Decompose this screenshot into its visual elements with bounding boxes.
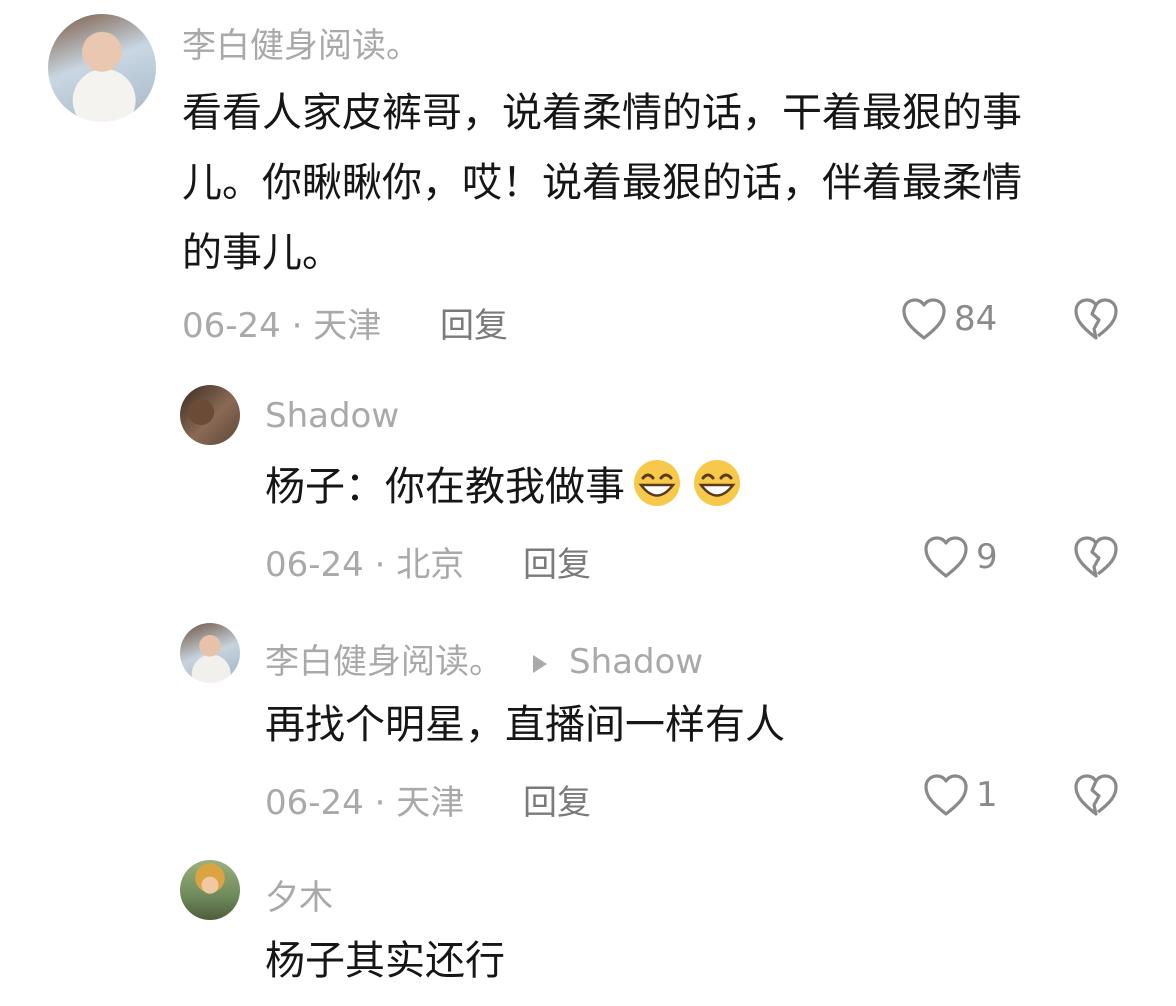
broken-heart-icon [1072,772,1120,818]
reply-location: 天津 [396,783,465,823]
reply-author[interactable]: 夕木 [265,870,333,919]
reply-meta: 06-24 · 北京 回复 [265,537,591,586]
comment-text: 看看人家皮裤哥，说着柔情的话，干着最狠的事 儿。你瞅瞅你，哎！说着最狠的话，伴着… [182,78,1022,288]
reply-meta: 06-24 · 天津 回复 [265,775,591,824]
broken-heart-icon [1072,534,1120,580]
comment-text-line: 儿。你瞅瞅你，哎！说着最狠的话，伴着最柔情 [182,160,1022,206]
reply-author[interactable]: 李白健身阅读。 [265,642,503,682]
comment-date: 06-24 [182,306,281,346]
heart-icon [922,534,970,580]
comment-text-line: 看看人家皮裤哥，说着柔情的话，干着最狠的事 [182,90,1022,136]
comment-meta: 06-24 · 天津 回复 [182,298,508,347]
comment-location: 天津 [313,306,382,346]
reply-header: 李白健身阅读。 Shadow [265,634,703,683]
broken-heart-icon [1072,296,1120,342]
comment-text-line: 的事儿。 [182,230,342,276]
avatar[interactable] [48,14,156,122]
heart-icon [900,296,948,342]
reply-text: 再找个明星，直播间一样有人 [265,702,785,748]
reply-date: 06-24 [265,545,364,585]
like-count: 84 [954,299,998,339]
separator-dot: · [291,306,314,346]
reply-text: 杨子其实还行 [265,938,505,984]
dislike-button[interactable] [1072,296,1120,342]
dislike-button[interactable] [1072,534,1120,580]
comment-author[interactable]: 李白健身阅读。 [182,18,420,67]
avatar[interactable] [180,385,240,445]
like-button[interactable]: 84 [900,296,997,342]
dislike-button[interactable] [1072,772,1120,818]
like-count: 1 [976,775,998,815]
grin-emoji-icon [689,458,745,508]
separator-dot: · [374,545,397,585]
separator-dot: · [374,783,397,823]
reply-location: 北京 [396,545,465,585]
reply-date: 06-24 [265,783,364,823]
reply-author[interactable]: Shadow [265,396,399,436]
reply-text-content: 杨子：你在教我做事 [265,464,625,510]
like-button[interactable]: 1 [922,772,998,818]
avatar[interactable] [180,623,240,683]
grin-emoji-icon [629,458,685,508]
reply-to-arrow-icon [533,654,547,673]
reply-text: 杨子：你在教我做事 [265,452,745,522]
reply-target[interactable]: Shadow [569,642,703,682]
like-button[interactable]: 9 [922,534,998,580]
reply-button[interactable]: 回复 [523,783,591,823]
avatar[interactable] [180,860,240,920]
reply-button[interactable]: 回复 [440,306,508,346]
heart-icon [922,772,970,818]
like-count: 9 [976,537,998,577]
reply-button[interactable]: 回复 [523,545,591,585]
